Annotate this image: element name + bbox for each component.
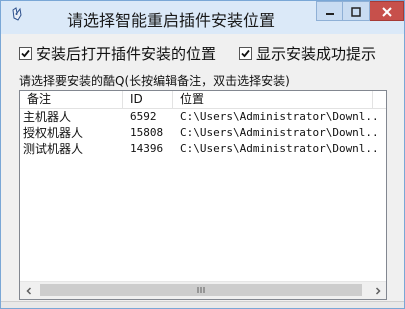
row-id: 14396: [130, 142, 164, 155]
coolq-list[interactable]: 备注 ID 位置 主机器人 6592 C:\Users\Administrato…: [19, 90, 387, 300]
minimize-button[interactable]: [316, 1, 343, 21]
row-path: C:\Users\Administrator\Downl...: [180, 142, 380, 155]
table-row[interactable]: 授权机器人 15808 C:\Users\Administrator\Downl…: [20, 125, 386, 141]
app-icon: [10, 7, 26, 23]
maximize-button[interactable]: [343, 1, 370, 21]
minimize-icon: [325, 2, 335, 21]
grip-icon: [197, 287, 205, 293]
close-icon: [381, 2, 392, 21]
show-success-label: 显示安装成功提示: [256, 45, 377, 63]
open-location-label: 安装后打开插件安装的位置: [36, 45, 217, 63]
open-location-checkbox[interactable]: [19, 47, 32, 60]
window-bottom-edge: [1, 301, 404, 308]
open-location-option[interactable]: 安装后打开插件安装的位置: [19, 43, 216, 64]
row-note: 测试机器人: [23, 142, 84, 156]
row-id: 15808: [130, 126, 164, 139]
row-note: 授权机器人: [23, 126, 84, 140]
table-row[interactable]: 主机器人 6592 C:\Users\Administrator\Downl..…: [20, 109, 386, 125]
close-button[interactable]: [370, 1, 404, 21]
row-path: C:\Users\Administrator\Downl...: [180, 126, 380, 139]
title-bar[interactable]: 请选择智能重启插件安装位置: [1, 1, 404, 34]
install-location-window: 请选择智能重启插件安装位置 安装后打开插件安装的位置 显示安装成功提示 请选择要…: [0, 0, 405, 309]
table-row[interactable]: 测试机器人 14396 C:\Users\Administrator\Downl…: [20, 141, 386, 157]
checkmark-icon: [21, 49, 30, 58]
column-header-id[interactable]: ID: [123, 91, 173, 108]
show-success-option[interactable]: 显示安装成功提示: [239, 43, 376, 64]
row-note: 主机器人: [23, 110, 72, 124]
scroll-left-button[interactable]: [20, 282, 37, 299]
column-header-path[interactable]: 位置: [173, 91, 373, 108]
chevron-right-icon: [375, 286, 381, 295]
window-title: 请选择智能重启插件安装位置: [67, 11, 276, 30]
instruction-text: 请选择要安装的酷Q(长按编辑备注，双击选择安装): [19, 74, 290, 88]
checkmark-icon: [241, 49, 250, 58]
scrollbar-thumb[interactable]: [40, 284, 362, 296]
list-header: 备注 ID 位置: [20, 91, 386, 109]
row-id: 6592: [130, 110, 157, 123]
row-path: C:\Users\Administrator\Downl...: [180, 110, 380, 123]
chevron-left-icon: [25, 286, 31, 295]
maximize-icon: [351, 2, 361, 21]
show-success-checkbox[interactable]: [239, 47, 252, 60]
column-header-note[interactable]: 备注: [20, 91, 123, 108]
horizontal-scrollbar[interactable]: [20, 281, 386, 299]
scroll-right-button[interactable]: [369, 282, 386, 299]
